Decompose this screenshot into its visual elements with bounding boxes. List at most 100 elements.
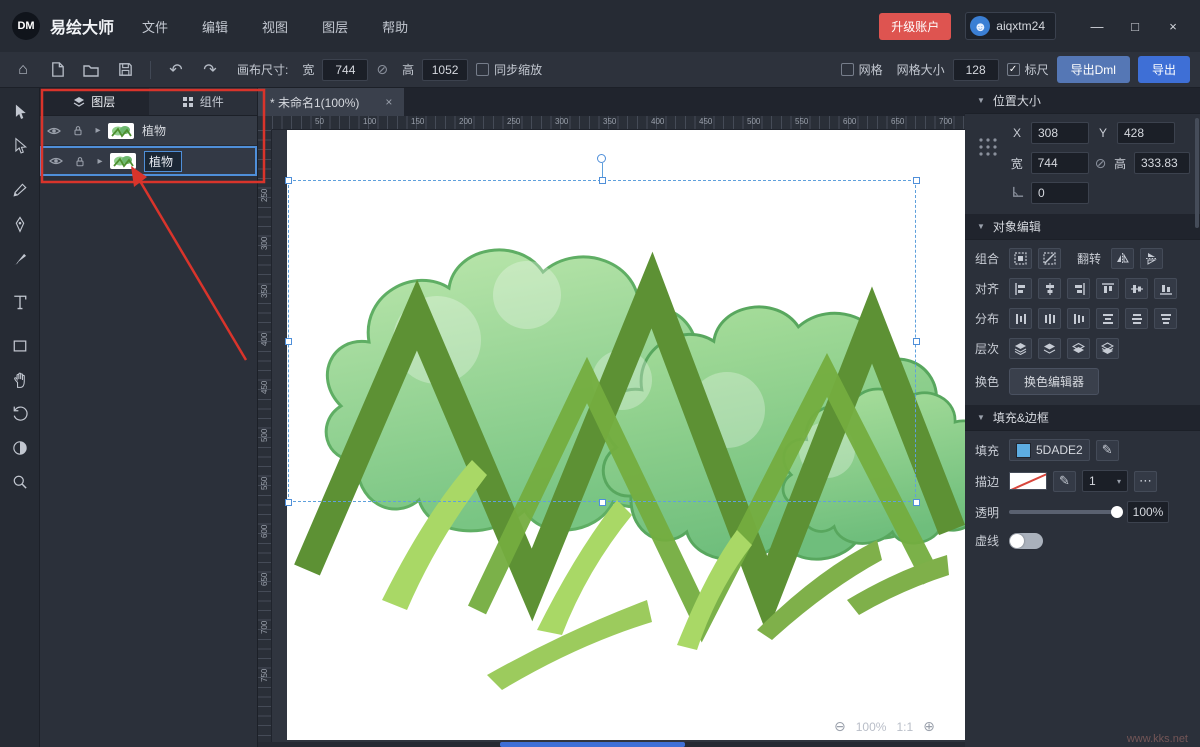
brush-tool-icon[interactable] <box>6 244 34 272</box>
dash-toggle[interactable] <box>1009 533 1043 549</box>
section-object-header[interactable]: ▼ 对象编辑 <box>965 214 1200 240</box>
align-center-h-button[interactable] <box>1038 278 1061 299</box>
save-icon[interactable] <box>112 57 138 83</box>
tab-layers[interactable]: 图层 <box>40 88 149 115</box>
expand-caret-icon[interactable]: ▸ <box>94 156 106 167</box>
stroke-more-button[interactable]: ⋯ <box>1134 471 1157 492</box>
grid-checkbox[interactable] <box>841 63 854 76</box>
shape-tool-icon[interactable] <box>6 332 34 360</box>
text-tool-icon[interactable] <box>6 288 34 316</box>
canvas-width-input[interactable] <box>322 59 368 81</box>
selection-handle-sw[interactable] <box>285 499 292 506</box>
section-position-header[interactable]: ▼ 位置大小 <box>965 88 1200 114</box>
opacity-slider[interactable] <box>1009 505 1121 519</box>
menu-item-0[interactable]: 文件 <box>140 13 170 40</box>
send-backward-button[interactable] <box>1067 338 1090 359</box>
recolor-editor-button[interactable]: 换色编辑器 <box>1009 368 1099 395</box>
redo-icon[interactable]: ↷ <box>197 57 223 83</box>
align-middle-v-button[interactable] <box>1125 278 1148 299</box>
document-canvas[interactable] <box>287 130 965 740</box>
pen-tool-icon[interactable] <box>6 210 34 238</box>
distribute-v-middle-button[interactable] <box>1125 308 1148 329</box>
open-folder-icon[interactable] <box>78 57 104 83</box>
horizontal-scrollbar[interactable] <box>258 742 965 747</box>
flip-vertical-button[interactable] <box>1140 248 1163 269</box>
height-input[interactable] <box>1134 152 1190 174</box>
sync-scale-checkbox[interactable] <box>476 63 489 76</box>
width-input[interactable] <box>1031 152 1089 174</box>
document-tab[interactable]: * 未命名1(100%) × <box>258 88 404 116</box>
panel-scrollbar-thumb[interactable] <box>1195 118 1199 228</box>
selection-handle-s[interactable] <box>599 499 606 506</box>
unlink-icon[interactable]: ⊘ <box>1095 155 1107 172</box>
distribute-h-right-button[interactable] <box>1067 308 1090 329</box>
distribute-v-bottom-button[interactable] <box>1154 308 1177 329</box>
fill-color-button[interactable]: 5DADE2 <box>1009 439 1090 461</box>
sync-scale-checkbox-row[interactable]: 同步缩放 <box>476 61 542 78</box>
close-button[interactable]: × <box>1158 13 1188 39</box>
fill-edit-pen-icon[interactable]: ✎ <box>1096 440 1119 461</box>
selection-handle-ne[interactable] <box>913 177 920 184</box>
zoom-tool-icon[interactable] <box>6 468 34 496</box>
direct-select-tool-icon[interactable] <box>6 132 34 160</box>
home-icon[interactable]: ⌂ <box>10 57 36 83</box>
menu-item-3[interactable]: 图层 <box>320 13 350 40</box>
rotation-input[interactable] <box>1031 182 1089 204</box>
pencil-tool-icon[interactable] <box>6 176 34 204</box>
selection-handle-n[interactable] <box>599 177 606 184</box>
selection-handle-se[interactable] <box>913 499 920 506</box>
export-dml-button[interactable]: 导出Dml <box>1057 56 1130 83</box>
ungroup-button[interactable] <box>1038 248 1061 269</box>
distribute-h-center-button[interactable] <box>1038 308 1061 329</box>
zoom-ratio-button[interactable]: 1:1 <box>896 720 913 734</box>
layer-name[interactable]: 植物 <box>142 122 166 139</box>
zoom-in-icon[interactable]: ⊕ <box>923 718 935 735</box>
x-input[interactable] <box>1031 122 1089 144</box>
grid-checkbox-row[interactable]: 网格 <box>841 61 883 78</box>
y-input[interactable] <box>1117 122 1175 144</box>
account-box[interactable]: ☻ aiqxtm24 <box>965 12 1056 40</box>
anchor-grid-icon[interactable] <box>977 136 999 161</box>
select-tool-icon[interactable] <box>6 98 34 126</box>
menu-item-2[interactable]: 视图 <box>260 13 290 40</box>
stroke-width-select[interactable]: 1 ▾ <box>1082 470 1128 492</box>
layer-row-1[interactable]: ▸ 植物 <box>40 116 257 146</box>
opacity-slider-knob[interactable] <box>1111 506 1123 518</box>
lock-icon[interactable] <box>70 155 90 168</box>
layer-row-2-selected[interactable]: ▸ 植物 <box>40 146 257 176</box>
unlink-icon[interactable]: ⊘ <box>376 61 388 78</box>
selection-handle-w[interactable] <box>285 338 292 345</box>
upgrade-account-button[interactable]: 升级账户 <box>879 13 951 40</box>
section-fill-header[interactable]: ▼ 填充&边框 <box>965 405 1200 431</box>
tab-close-icon[interactable]: × <box>385 95 392 109</box>
stroke-edit-pen-icon[interactable]: ✎ <box>1053 471 1076 492</box>
group-button[interactable] <box>1009 248 1032 269</box>
align-left-button[interactable] <box>1009 278 1032 299</box>
bring-to-front-button[interactable] <box>1009 338 1032 359</box>
ruler-checkbox[interactable]: ✓ <box>1007 63 1020 76</box>
menu-item-4[interactable]: 帮助 <box>380 13 410 40</box>
tab-components[interactable]: 组件 <box>149 88 258 115</box>
align-top-button[interactable] <box>1096 278 1119 299</box>
distribute-h-left-button[interactable] <box>1009 308 1032 329</box>
align-right-button[interactable] <box>1067 278 1090 299</box>
selection-handle-nw[interactable] <box>285 177 292 184</box>
selection-handle-e[interactable] <box>913 338 920 345</box>
zoom-out-icon[interactable]: ⊖ <box>834 718 846 735</box>
ruler-checkbox-row[interactable]: ✓ 标尺 <box>1007 61 1049 78</box>
undo-icon[interactable]: ↶ <box>163 57 189 83</box>
grid-size-input[interactable] <box>953 59 999 81</box>
history-tool-icon[interactable] <box>6 400 34 428</box>
maximize-button[interactable]: □ <box>1120 13 1150 39</box>
hand-tool-icon[interactable] <box>6 366 34 394</box>
minimize-button[interactable]: — <box>1082 13 1112 39</box>
new-file-icon[interactable] <box>44 57 70 83</box>
visibility-eye-icon[interactable] <box>44 126 64 136</box>
rotation-handle[interactable] <box>597 154 606 163</box>
visibility-eye-icon[interactable] <box>46 156 66 166</box>
horizontal-scrollbar-thumb[interactable] <box>500 742 685 747</box>
gradient-tool-icon[interactable] <box>6 434 34 462</box>
align-bottom-button[interactable] <box>1154 278 1177 299</box>
export-button[interactable]: 导出 <box>1138 56 1190 83</box>
expand-caret-icon[interactable]: ▸ <box>92 125 104 136</box>
